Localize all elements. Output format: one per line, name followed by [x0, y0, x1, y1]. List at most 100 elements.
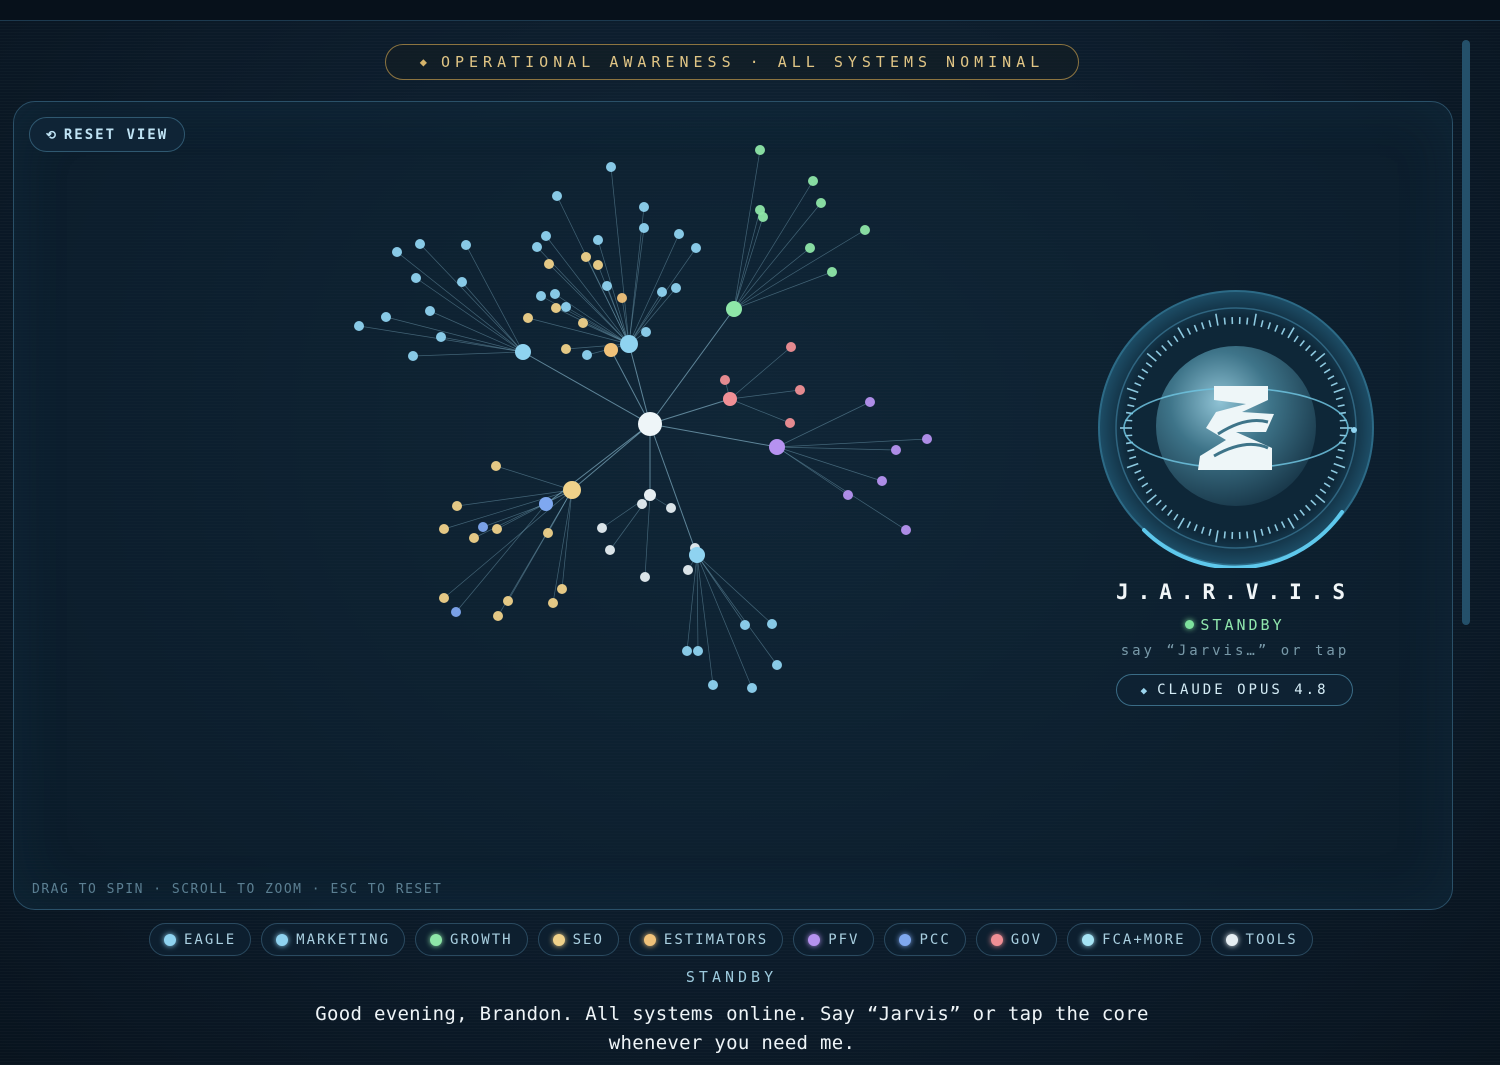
model-selector-button[interactable]: ◆ CLAUDE OPUS 4.8 [1116, 674, 1353, 706]
graph-node[interactable] [602, 281, 612, 291]
legend-chip-seo[interactable]: SEO [537, 923, 619, 956]
graph-node[interactable] [408, 351, 418, 361]
graph-node[interactable] [593, 260, 603, 270]
graph-node[interactable] [551, 303, 561, 313]
graph-node[interactable] [492, 524, 502, 534]
graph-node[interactable] [772, 660, 782, 670]
graph-node[interactable] [805, 243, 815, 253]
graph-node[interactable] [674, 229, 684, 239]
graph-node[interactable] [666, 503, 676, 513]
graph-node[interactable] [683, 565, 693, 575]
graph-node[interactable] [552, 191, 562, 201]
graph-hub-node[interactable] [723, 392, 737, 406]
graph-node[interactable] [523, 313, 533, 323]
graph-node[interactable] [536, 291, 546, 301]
graph-node[interactable] [436, 332, 446, 342]
legend-chip-pcc[interactable]: PCC [884, 923, 966, 956]
reset-view-button[interactable]: ⟲ RESET VIEW [29, 117, 185, 152]
graph-node[interactable] [758, 212, 768, 222]
graph-node[interactable] [593, 235, 603, 245]
graph-node[interactable] [785, 418, 795, 428]
legend-chip-growth[interactable]: GROWTH [415, 923, 528, 956]
graph-node[interactable] [439, 524, 449, 534]
legend-chip-fca-more[interactable]: FCA+MORE [1067, 923, 1201, 956]
graph-node[interactable] [557, 584, 567, 594]
graph-node[interactable] [606, 162, 616, 172]
graph-node[interactable] [415, 239, 425, 249]
graph-hub-node[interactable] [563, 481, 581, 499]
graph-node[interactable] [581, 252, 591, 262]
graph-node[interactable] [550, 289, 560, 299]
graph-node[interactable] [451, 607, 461, 617]
graph-hub-node[interactable] [515, 344, 531, 360]
graph-node[interactable] [767, 619, 777, 629]
graph-node[interactable] [901, 525, 911, 535]
jarvis-core[interactable] [1096, 288, 1376, 570]
graph-node[interactable] [755, 145, 765, 155]
graph-hub-node[interactable] [620, 335, 638, 353]
graph-node[interactable] [708, 680, 718, 690]
graph-node[interactable] [693, 646, 703, 656]
graph-node[interactable] [532, 242, 542, 252]
graph-hub-node[interactable] [604, 343, 618, 357]
graph-node[interactable] [561, 302, 571, 312]
graph-node[interactable] [544, 259, 554, 269]
graph-node[interactable] [461, 240, 471, 250]
graph-node[interactable] [381, 312, 391, 322]
graph-node[interactable] [582, 350, 592, 360]
legend-chip-estimators[interactable]: ESTIMATORS [628, 923, 784, 956]
graph-hub-node[interactable] [769, 439, 785, 455]
graph-node[interactable] [493, 611, 503, 621]
legend-chip-tools[interactable]: TOOLS [1210, 923, 1313, 956]
graph-node[interactable] [561, 344, 571, 354]
graph-hub-node[interactable] [644, 489, 656, 501]
legend-chip-gov[interactable]: GOV [975, 923, 1058, 956]
graph-node[interactable] [720, 375, 730, 385]
graph-node[interactable] [541, 231, 551, 241]
graph-node[interactable] [578, 318, 588, 328]
graph-node[interactable] [657, 287, 667, 297]
graph-node[interactable] [816, 198, 826, 208]
graph-node[interactable] [843, 490, 853, 500]
graph-node[interactable] [740, 620, 750, 630]
graph-node[interactable] [808, 176, 818, 186]
graph-node[interactable] [639, 223, 649, 233]
graph-node[interactable] [425, 306, 435, 316]
graph-node[interactable] [452, 501, 462, 511]
graph-node[interactable] [491, 461, 501, 471]
graph-node[interactable] [827, 267, 837, 277]
graph-center-node[interactable] [638, 412, 662, 436]
graph-node[interactable] [548, 598, 558, 608]
graph-node[interactable] [469, 533, 479, 543]
legend-chip-eagle[interactable]: EAGLE [149, 923, 252, 956]
graph-node[interactable] [605, 545, 615, 555]
graph-node[interactable] [411, 273, 421, 283]
graph-node[interactable] [543, 528, 553, 538]
graph-node[interactable] [457, 277, 467, 287]
graph-node[interactable] [891, 445, 901, 455]
graph-node[interactable] [639, 202, 649, 212]
graph-node[interactable] [682, 646, 692, 656]
graph-node[interactable] [922, 434, 932, 444]
graph-node[interactable] [786, 342, 796, 352]
graph-node[interactable] [640, 572, 650, 582]
graph-node[interactable] [747, 683, 757, 693]
graph-node[interactable] [439, 593, 449, 603]
legend-chip-pfv[interactable]: PFV [793, 923, 875, 956]
graph-node[interactable] [354, 321, 364, 331]
graph-node[interactable] [795, 385, 805, 395]
graph-node[interactable] [860, 225, 870, 235]
graph-hub-node[interactable] [539, 497, 553, 511]
graph-hub-node[interactable] [689, 547, 705, 563]
graph-node[interactable] [641, 327, 651, 337]
graph-node[interactable] [671, 283, 681, 293]
graph-hub-node[interactable] [726, 301, 742, 317]
graph-node[interactable] [637, 499, 647, 509]
legend-chip-marketing[interactable]: MARKETING [261, 923, 406, 956]
graph-node[interactable] [478, 522, 488, 532]
graph-node[interactable] [617, 293, 627, 303]
graph-node[interactable] [503, 596, 513, 606]
graph-node[interactable] [597, 523, 607, 533]
graph-node[interactable] [865, 397, 875, 407]
graph-node[interactable] [392, 247, 402, 257]
